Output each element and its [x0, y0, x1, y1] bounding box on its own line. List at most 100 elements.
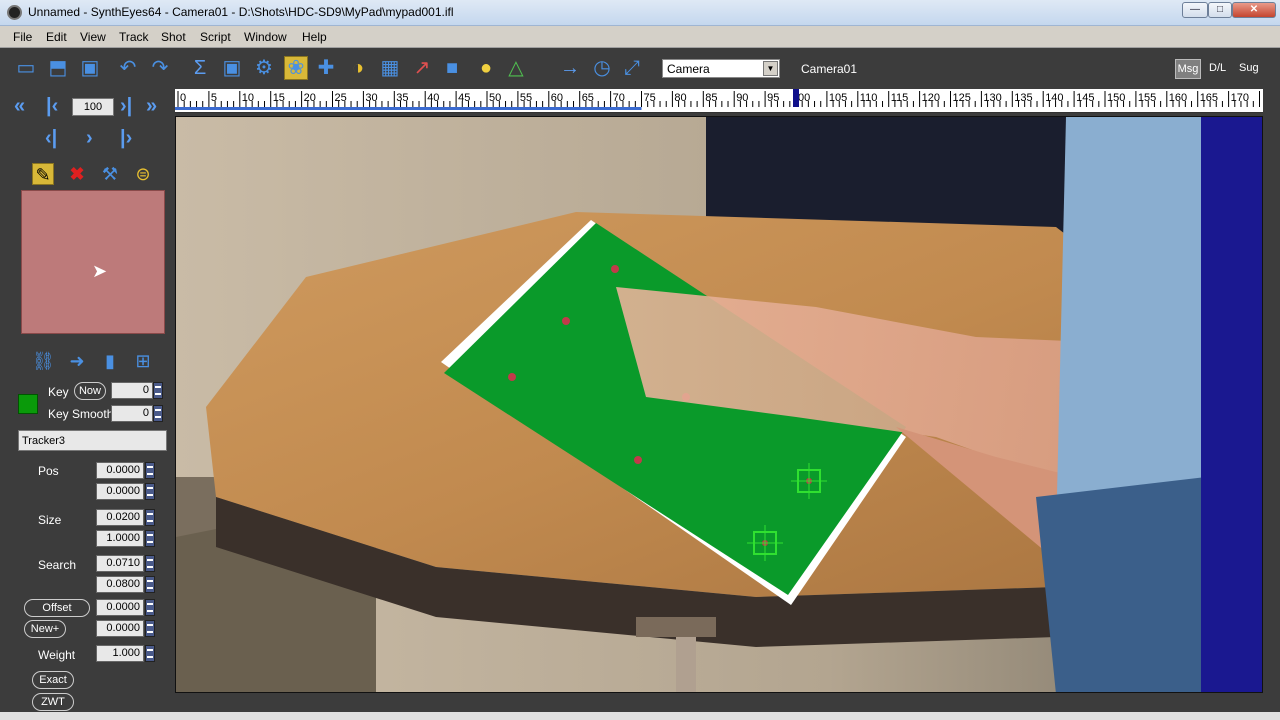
- coordinate-icon[interactable]: ✚: [314, 56, 338, 80]
- timeline-tick-label: 80: [674, 92, 686, 104]
- save-icon[interactable]: ▣: [78, 56, 102, 80]
- weight-spinner[interactable]: [145, 645, 155, 662]
- arrow-right-icon[interactable]: →: [558, 56, 582, 80]
- new-field[interactable]: 0.0000: [96, 620, 144, 637]
- camera-solver-icon[interactable]: ▣: [220, 56, 244, 80]
- menu-script[interactable]: Script: [200, 30, 231, 44]
- dl-button[interactable]: D/L: [1209, 62, 1226, 74]
- new-plus-button[interactable]: New+: [24, 620, 66, 638]
- key-smooth-label: Key Smooth: [48, 407, 114, 421]
- undo-icon[interactable]: ↶: [116, 56, 140, 80]
- menu-shot[interactable]: Shot: [161, 30, 186, 44]
- cube-icon[interactable]: ■: [440, 56, 464, 80]
- msg-button[interactable]: Msg: [1175, 59, 1201, 79]
- tripod-icon[interactable]: ⛓: [32, 350, 55, 372]
- last-frame-icon[interactable]: ›|: [120, 96, 132, 116]
- gear-icon[interactable]: ⚙: [252, 56, 276, 80]
- size-b-spinner[interactable]: [145, 530, 155, 547]
- delete-icon[interactable]: ✖: [66, 163, 88, 185]
- tracker-name-field[interactable]: Tracker3: [18, 430, 167, 451]
- graph-icon[interactable]: ↗: [410, 56, 434, 80]
- sigma-icon[interactable]: Σ: [188, 56, 212, 80]
- pos-y-spinner[interactable]: [145, 483, 155, 500]
- maximize-button[interactable]: □: [1208, 2, 1232, 18]
- timeline-tick-label: 60: [551, 92, 563, 104]
- camera-viewport[interactable]: [175, 116, 1263, 693]
- offset-spinner[interactable]: [145, 599, 155, 616]
- current-frame-marker[interactable]: [793, 89, 799, 107]
- timeline-tick-label: 125: [953, 92, 971, 104]
- first-frame-icon[interactable]: |‹: [46, 96, 58, 116]
- rewind-icon[interactable]: «: [14, 96, 25, 116]
- calculator-icon[interactable]: ▦: [378, 56, 402, 80]
- slider-icon[interactable]: ▮: [99, 350, 121, 372]
- timeline-tick-label: 40: [427, 92, 439, 104]
- pencil-icon[interactable]: ✎: [32, 163, 54, 185]
- chevron-down-icon[interactable]: ▼: [763, 61, 778, 76]
- open-folder-icon[interactable]: ⬒: [46, 56, 70, 80]
- search-label: Search: [38, 558, 77, 572]
- weight-field[interactable]: 1.000: [96, 645, 144, 662]
- redo-icon[interactable]: ↷: [148, 56, 172, 80]
- lock-icon[interactable]: ⊜: [132, 163, 154, 185]
- search-a-spinner[interactable]: [145, 555, 155, 572]
- search-a-field[interactable]: 0.0710: [96, 555, 144, 572]
- lens-icon[interactable]: ◑: [346, 56, 370, 80]
- clock-icon[interactable]: ◷: [590, 56, 614, 80]
- key-smooth-spinner[interactable]: [153, 405, 163, 422]
- search-b-spinner[interactable]: [145, 576, 155, 593]
- triangle-icon[interactable]: △: [504, 56, 528, 80]
- key-now-button[interactable]: Now: [74, 382, 106, 400]
- offset-button[interactable]: Offset: [24, 599, 90, 617]
- timeline-tick-label: 15: [273, 92, 285, 104]
- camera-select[interactable]: Camera ▼: [662, 59, 780, 78]
- next-key-icon[interactable]: |›: [120, 128, 132, 148]
- menu-help[interactable]: Help: [302, 30, 327, 44]
- prev-key-icon[interactable]: ‹|: [45, 128, 57, 148]
- menu-window[interactable]: Window: [244, 30, 287, 44]
- close-button[interactable]: ✕: [1232, 2, 1276, 18]
- timeline-tick-label: 45: [458, 92, 470, 104]
- exact-button[interactable]: Exact: [32, 671, 74, 689]
- timeline-ruler[interactable]: 0 5 10 15 20 25 30 35 40 45 50 55 60 65 70 75 80 85 90 95 00…: [175, 89, 1263, 113]
- timeline-tick-label: 10: [242, 92, 254, 104]
- key-spinner[interactable]: [153, 382, 163, 399]
- play-icon[interactable]: ›: [86, 128, 93, 148]
- pos-x-field[interactable]: 0.0000: [96, 462, 144, 479]
- menu-bar: File Edit View Track Shot Script Window …: [0, 26, 1280, 48]
- frame-number-input[interactable]: 100: [72, 98, 114, 116]
- menu-edit[interactable]: Edit: [46, 30, 67, 44]
- menu-view[interactable]: View: [80, 30, 106, 44]
- lightbulb-icon[interactable]: ●: [474, 56, 498, 80]
- timeline-tick-label: 155: [1138, 92, 1156, 104]
- fast-forward-icon[interactable]: »: [146, 96, 157, 116]
- size-a-spinner[interactable]: [145, 509, 155, 526]
- title-bar: Unnamed - SynthEyes64 - Camera01 - D:\Sh…: [0, 0, 1280, 26]
- sug-button[interactable]: Sug: [1239, 62, 1259, 74]
- menu-file[interactable]: File: [13, 30, 32, 44]
- pos-y-field[interactable]: 0.0000: [96, 483, 144, 500]
- pos-label: Pos: [38, 464, 59, 478]
- size-a-field[interactable]: 0.0200: [96, 509, 144, 526]
- new-spinner[interactable]: [145, 620, 155, 637]
- size-b-field[interactable]: 1.0000: [96, 530, 144, 547]
- arrow-right-icon[interactable]: ➜: [66, 350, 88, 372]
- viewport-image[interactable]: [176, 117, 1263, 693]
- search-b-field[interactable]: 0.0800: [96, 576, 144, 593]
- expand-icon[interactable]: ⤢: [620, 56, 644, 80]
- minimize-button[interactable]: —: [1182, 2, 1208, 18]
- menu-track[interactable]: Track: [119, 30, 149, 44]
- pos-x-spinner[interactable]: [145, 462, 155, 479]
- new-file-icon[interactable]: ▭: [14, 56, 38, 80]
- tracker-color-swatch[interactable]: [18, 394, 38, 414]
- offset-field[interactable]: 0.0000: [96, 599, 144, 616]
- paw-icon[interactable]: ❀: [284, 56, 308, 80]
- timeline-svg[interactable]: 0 5 10 15 20 25 30 35 40 45 50 55 60 65 70 75 80 85 90 95 00…: [175, 89, 1263, 113]
- hammer-icon[interactable]: ⚒: [99, 163, 121, 185]
- timeline-tick-label: 25: [335, 92, 347, 104]
- timeline-tick-label: 90: [736, 92, 748, 104]
- grid-icon[interactable]: ⊞: [132, 350, 154, 372]
- zwt-button[interactable]: ZWT: [32, 693, 74, 711]
- key-value-field[interactable]: 0: [111, 382, 153, 399]
- key-smooth-field[interactable]: 0: [111, 405, 153, 422]
